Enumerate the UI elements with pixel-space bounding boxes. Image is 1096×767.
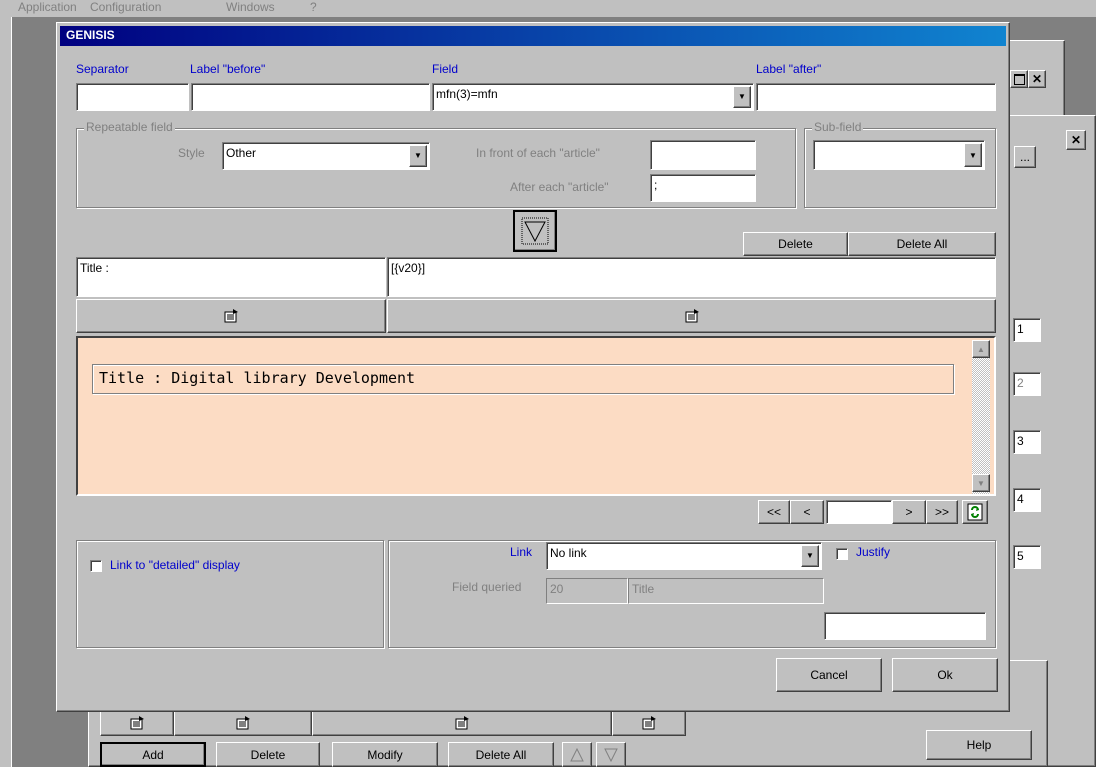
separator-label: Separator [76, 62, 129, 76]
preview-text: Title : Digital library Development [92, 364, 954, 394]
value-cell[interactable]: [{v20}] [387, 257, 996, 297]
bg-number-field-4[interactable]: 4 [1013, 488, 1041, 512]
value-properties-button[interactable] [387, 299, 996, 333]
link-extra-input[interactable] [824, 612, 986, 640]
preview-area [76, 336, 996, 496]
bg-move-up-button[interactable] [562, 742, 592, 767]
menu-help[interactable]: ? [310, 0, 317, 14]
label-after-input[interactable] [756, 83, 996, 111]
bg-help-button[interactable]: Help [926, 730, 1032, 760]
scroll-down-button[interactable]: ▼ [972, 474, 990, 492]
move-down-button[interactable] [513, 210, 557, 252]
bg-modify-button[interactable]: Modify [332, 742, 438, 767]
ok-button[interactable]: Ok [892, 658, 998, 692]
first-record-button[interactable]: << [758, 500, 790, 524]
dialog-titlebar [60, 26, 1006, 46]
label-before-input[interactable] [191, 83, 430, 111]
dialog-title: GENISIS [66, 28, 115, 42]
properties-icon [685, 309, 699, 323]
menubar [0, 0, 1096, 17]
field-queried-name: Title [628, 578, 824, 604]
title-properties-button[interactable] [76, 299, 386, 333]
bg-properties-button-3[interactable] [312, 710, 612, 736]
field-select-value: mfn(3)=mfn [436, 87, 498, 101]
delete-all-button[interactable]: Delete All [848, 232, 996, 256]
sub-field-group-label: Sub-field [812, 120, 864, 134]
triangle-up-icon [570, 747, 584, 761]
properties-icon [642, 716, 656, 730]
bg-properties-button-1[interactable] [100, 710, 174, 736]
properties-icon [224, 309, 238, 323]
in-front-input[interactable] [650, 140, 756, 170]
sub-field-select[interactable]: ▼ [813, 140, 985, 170]
bg-number-field-5[interactable]: 5 [1013, 545, 1041, 569]
bg-number-field-3[interactable]: 3 [1013, 430, 1041, 454]
style-select[interactable]: Other ▼ [222, 142, 430, 170]
bg-properties-button-2[interactable] [174, 710, 312, 736]
bg-properties-button-4[interactable] [612, 710, 686, 736]
link-select[interactable]: No link ▼ [546, 542, 822, 570]
label-before-label: Label "before" [190, 62, 266, 76]
chevron-down-icon[interactable]: ▼ [409, 145, 427, 167]
field-queried-label: Field queried [452, 580, 522, 594]
triangle-up-icon: ▲ [977, 344, 985, 354]
bg-move-down-button[interactable] [596, 742, 626, 767]
style-label: Style [178, 146, 205, 160]
bg-close-button-2[interactable]: ✕ [1066, 130, 1086, 150]
delete-button[interactable]: Delete [743, 232, 848, 256]
bg-delete-button[interactable]: Delete [216, 742, 320, 767]
preview-scrollbar[interactable] [972, 340, 990, 494]
next-record-button[interactable]: > [892, 500, 926, 524]
bg-number-field-1[interactable]: 1 [1013, 318, 1041, 342]
field-select[interactable]: mfn(3)=mfn ▼ [432, 83, 754, 111]
link-select-value: No link [550, 546, 587, 560]
chevron-down-icon[interactable]: ▼ [801, 545, 819, 567]
triangle-down-icon [604, 748, 618, 762]
justify-label: Justify [856, 545, 891, 559]
field-queried-number: 20 [546, 578, 628, 604]
label-after-label: Label "after" [756, 62, 822, 76]
bg-close-button-1[interactable]: ✕ [1028, 70, 1046, 88]
bg-delete-all-button[interactable]: Delete All [448, 742, 554, 767]
last-record-button[interactable]: >> [926, 500, 958, 524]
scroll-up-button[interactable]: ▲ [972, 340, 990, 358]
justify-checkbox[interactable] [836, 548, 848, 560]
left-edge-panel [0, 17, 12, 767]
menu-application[interactable]: Application [18, 0, 77, 14]
triangle-down-icon [521, 217, 549, 245]
properties-icon [455, 716, 469, 730]
after-each-input[interactable]: ; [650, 174, 756, 202]
chevron-down-icon[interactable]: ▼ [733, 86, 751, 108]
field-label: Field [432, 62, 459, 76]
link-detailed-checkbox[interactable] [90, 560, 102, 572]
refresh-button[interactable] [962, 500, 988, 524]
after-each-label: After each "article" [510, 180, 609, 194]
refresh-icon [967, 503, 983, 521]
menu-windows[interactable]: Windows [226, 0, 275, 14]
separator-input[interactable] [76, 83, 189, 111]
bg-add-button[interactable]: Add [100, 742, 206, 767]
link-label: Link [510, 545, 533, 559]
link-detailed-label: Link to "detailed" display [110, 558, 240, 572]
triangle-down-icon: ▼ [977, 478, 985, 488]
link-detailed-panel [76, 540, 384, 648]
properties-icon [130, 716, 144, 730]
cancel-button[interactable]: Cancel [776, 658, 882, 692]
bg-ellipsis-button[interactable]: ... [1014, 146, 1036, 168]
menu-configuration[interactable]: Configuration [90, 0, 161, 14]
prev-record-button[interactable]: < [790, 500, 824, 524]
properties-icon [236, 716, 250, 730]
record-number-input[interactable] [826, 500, 892, 524]
title-cell[interactable]: Title : [76, 257, 386, 297]
chevron-down-icon[interactable]: ▼ [964, 143, 982, 167]
in-front-label: In front of each "article" [476, 146, 600, 160]
bg-maximize-button-1[interactable] [1010, 70, 1028, 88]
style-select-value: Other [226, 146, 257, 160]
repeatable-field-group-label: Repeatable field [84, 120, 175, 134]
bg-number-field-2[interactable]: 2 [1013, 372, 1041, 396]
